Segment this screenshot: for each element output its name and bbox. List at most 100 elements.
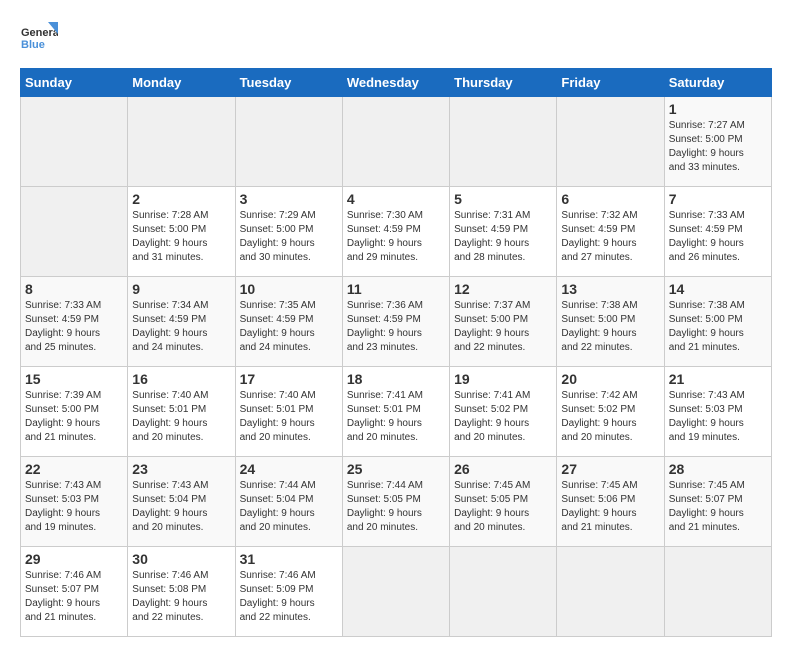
day-cell-1: 1 Sunrise: 7:27 AMSunset: 5:00 PMDaylight…: [664, 97, 771, 187]
day-cell-29: 29 Sunrise: 7:46 AMSunset: 5:07 PMDayligh…: [21, 547, 128, 637]
day-cell-20: 20 Sunrise: 7:42 AMSunset: 5:02 PMDayligh…: [557, 367, 664, 457]
day-info: Sunrise: 7:41 AMSunset: 5:02 PMDaylight:…: [454, 389, 552, 445]
logo-icon: General Blue: [20, 20, 58, 58]
day-cell-17: 17Sunrise: 7:40 AMSunset: 5:01 PMDayligh…: [235, 367, 342, 457]
day-number: 2: [132, 191, 230, 207]
day-cell-19: 19 Sunrise: 7:41 AMSunset: 5:02 PMDayligh…: [450, 367, 557, 457]
day-info: Sunrise: 7:45 AMSunset: 5:05 PMDaylight:…: [454, 479, 552, 535]
day-info: Sunrise: 7:46 AMSunset: 5:07 PMDaylight:…: [25, 569, 123, 625]
day-info: Sunrise: 7:31 AMSunset: 4:59 PMDaylight:…: [454, 209, 552, 265]
day-cell-12: 12 Sunrise: 7:37 AMSunset: 5:00 PMDayligh…: [450, 277, 557, 367]
day-info: Sunrise: 7:39 AMSunset: 5:00 PMDaylight:…: [25, 389, 123, 445]
calendar-week-6: 29 Sunrise: 7:46 AMSunset: 5:07 PMDayligh…: [21, 547, 772, 637]
day-cell-22: 22 Sunrise: 7:43 AMSunset: 5:03 PMDayligh…: [21, 457, 128, 547]
day-cell-9: 9 Sunrise: 7:34 AMSunset: 4:59 PMDaylight…: [128, 277, 235, 367]
day-info: Sunrise: 7:35 AMSunset: 4:59 PMDaylight:…: [240, 299, 338, 355]
day-number: 20: [561, 371, 659, 387]
calendar-week-4: 15Sunrise: 7:39 AMSunset: 5:00 PMDayligh…: [21, 367, 772, 457]
day-number: 14: [669, 281, 767, 297]
day-info: Sunrise: 7:41 AMSunset: 5:01 PMDaylight:…: [347, 389, 445, 445]
day-cell-21: 21Sunrise: 7:43 AMSunset: 5:03 PMDayligh…: [664, 367, 771, 457]
day-number: 26: [454, 461, 552, 477]
day-cell-31: 31Sunrise: 7:46 AMSunset: 5:09 PMDayligh…: [235, 547, 342, 637]
day-number: 3: [240, 191, 338, 207]
day-cell-18: 18 Sunrise: 7:41 AMSunset: 5:01 PMDayligh…: [342, 367, 449, 457]
day-info: Sunrise: 7:46 AMSunset: 5:08 PMDaylight:…: [132, 569, 230, 625]
empty-cell: [450, 547, 557, 637]
day-info: Sunrise: 7:28 AMSunset: 5:00 PMDaylight:…: [132, 209, 230, 265]
header-saturday: Saturday: [664, 69, 771, 97]
day-info: Sunrise: 7:33 AMSunset: 4:59 PMDaylight:…: [25, 299, 123, 355]
day-info: Sunrise: 7:29 AMSunset: 5:00 PMDaylight:…: [240, 209, 338, 265]
day-cell-26: 26 Sunrise: 7:45 AMSunset: 5:05 PMDayligh…: [450, 457, 557, 547]
day-number: 8: [25, 281, 123, 297]
day-cell-4: 4Sunrise: 7:30 AMSunset: 4:59 PMDaylight…: [342, 187, 449, 277]
day-number: 9: [132, 281, 230, 297]
empty-cell: [664, 547, 771, 637]
day-cell-30: 30 Sunrise: 7:46 AMSunset: 5:08 PMDayligh…: [128, 547, 235, 637]
day-number: 28: [669, 461, 767, 477]
header-thursday: Thursday: [450, 69, 557, 97]
day-info: Sunrise: 7:40 AMSunset: 5:01 PMDaylight:…: [240, 389, 338, 445]
empty-cell: [557, 547, 664, 637]
day-number: 10: [240, 281, 338, 297]
day-number: 22: [25, 461, 123, 477]
day-cell-8: 8 Sunrise: 7:33 AMSunset: 4:59 PMDaylight…: [21, 277, 128, 367]
day-info: Sunrise: 7:42 AMSunset: 5:02 PMDaylight:…: [561, 389, 659, 445]
day-cell-15: 15Sunrise: 7:39 AMSunset: 5:00 PMDayligh…: [21, 367, 128, 457]
header-friday: Friday: [557, 69, 664, 97]
header-monday: Monday: [128, 69, 235, 97]
header-wednesday: Wednesday: [342, 69, 449, 97]
day-info: Sunrise: 7:33 AMSunset: 4:59 PMDaylight:…: [669, 209, 767, 265]
day-cell-5: 5 Sunrise: 7:31 AMSunset: 4:59 PMDaylight…: [450, 187, 557, 277]
day-info: Sunrise: 7:45 AMSunset: 5:06 PMDaylight:…: [561, 479, 659, 535]
day-number: 12: [454, 281, 552, 297]
day-number: 30: [132, 551, 230, 567]
day-cell-23: 23Sunrise: 7:43 AMSunset: 5:04 PMDayligh…: [128, 457, 235, 547]
day-info: Sunrise: 7:40 AMSunset: 5:01 PMDaylight:…: [132, 389, 230, 445]
day-cell-27: 27Sunrise: 7:45 AMSunset: 5:06 PMDayligh…: [557, 457, 664, 547]
day-number: 6: [561, 191, 659, 207]
day-number: 1: [669, 101, 767, 117]
day-number: 23: [132, 461, 230, 477]
empty-cell: [342, 97, 449, 187]
empty-cell: [557, 97, 664, 187]
svg-text:Blue: Blue: [21, 39, 45, 51]
day-number: 31: [240, 551, 338, 567]
day-info: Sunrise: 7:36 AMSunset: 4:59 PMDaylight:…: [347, 299, 445, 355]
calendar-header-row: SundayMondayTuesdayWednesdayThursdayFrid…: [21, 69, 772, 97]
header-sunday: Sunday: [21, 69, 128, 97]
day-number: 5: [454, 191, 552, 207]
day-info: Sunrise: 7:44 AMSunset: 5:05 PMDaylight:…: [347, 479, 445, 535]
day-info: Sunrise: 7:43 AMSunset: 5:03 PMDaylight:…: [25, 479, 123, 535]
day-cell-11: 11 Sunrise: 7:36 AMSunset: 4:59 PMDayligh…: [342, 277, 449, 367]
day-number: 19: [454, 371, 552, 387]
empty-cell: [21, 97, 128, 187]
day-cell-24: 24Sunrise: 7:44 AMSunset: 5:04 PMDayligh…: [235, 457, 342, 547]
day-info: Sunrise: 7:32 AMSunset: 4:59 PMDaylight:…: [561, 209, 659, 265]
day-cell-28: 28 Sunrise: 7:45 AMSunset: 5:07 PMDayligh…: [664, 457, 771, 547]
day-info: Sunrise: 7:37 AMSunset: 5:00 PMDaylight:…: [454, 299, 552, 355]
day-cell-25: 25 Sunrise: 7:44 AMSunset: 5:05 PMDayligh…: [342, 457, 449, 547]
day-info: Sunrise: 7:27 AMSunset: 5:00 PMDaylight:…: [669, 119, 767, 175]
svg-text:General: General: [21, 27, 58, 39]
calendar-week-3: 8 Sunrise: 7:33 AMSunset: 4:59 PMDaylight…: [21, 277, 772, 367]
day-number: 11: [347, 281, 445, 297]
calendar-table: SundayMondayTuesdayWednesdayThursdayFrid…: [20, 68, 772, 637]
day-number: 29: [25, 551, 123, 567]
day-number: 13: [561, 281, 659, 297]
day-info: Sunrise: 7:44 AMSunset: 5:04 PMDaylight:…: [240, 479, 338, 535]
day-number: 21: [669, 371, 767, 387]
day-number: 16: [132, 371, 230, 387]
day-number: 25: [347, 461, 445, 477]
day-info: Sunrise: 7:34 AMSunset: 4:59 PMDaylight:…: [132, 299, 230, 355]
day-info: Sunrise: 7:45 AMSunset: 5:07 PMDaylight:…: [669, 479, 767, 535]
empty-cell: [128, 97, 235, 187]
empty-cell: [450, 97, 557, 187]
empty-cell: [235, 97, 342, 187]
day-number: 18: [347, 371, 445, 387]
calendar-week-1: 1 Sunrise: 7:27 AMSunset: 5:00 PMDaylight…: [21, 97, 772, 187]
day-cell-13: 13Sunrise: 7:38 AMSunset: 5:00 PMDayligh…: [557, 277, 664, 367]
day-cell-7: 7 Sunrise: 7:33 AMSunset: 4:59 PMDaylight…: [664, 187, 771, 277]
day-number: 7: [669, 191, 767, 207]
